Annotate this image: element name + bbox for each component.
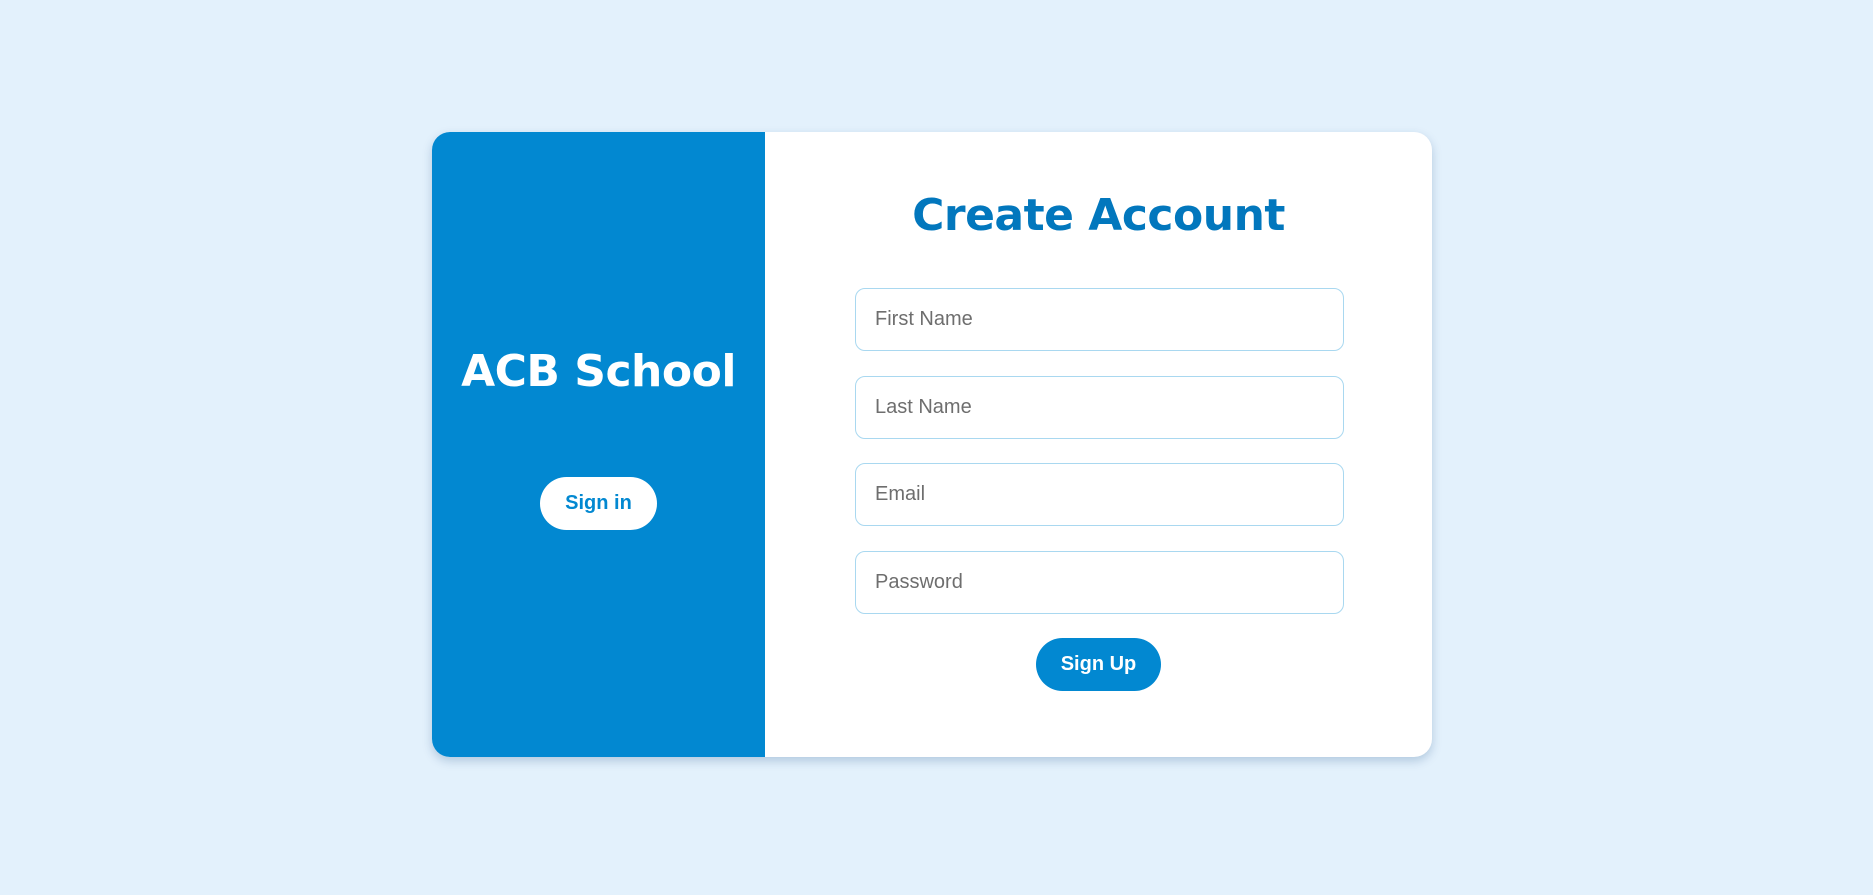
school-name: ACB School	[461, 346, 736, 397]
email-input[interactable]	[855, 463, 1344, 526]
sign-in-button[interactable]: Sign in	[540, 477, 657, 530]
signup-card: ACB School Sign in Create Account Sign U…	[432, 132, 1432, 757]
signup-form: Create Account Sign Up	[765, 132, 1432, 757]
password-input[interactable]	[855, 551, 1344, 614]
form-title: Create Account	[912, 190, 1285, 241]
brand-panel: ACB School Sign in	[432, 132, 765, 757]
last-name-input[interactable]	[855, 376, 1344, 439]
sign-up-button[interactable]: Sign Up	[1036, 638, 1161, 691]
first-name-input[interactable]	[855, 288, 1344, 351]
